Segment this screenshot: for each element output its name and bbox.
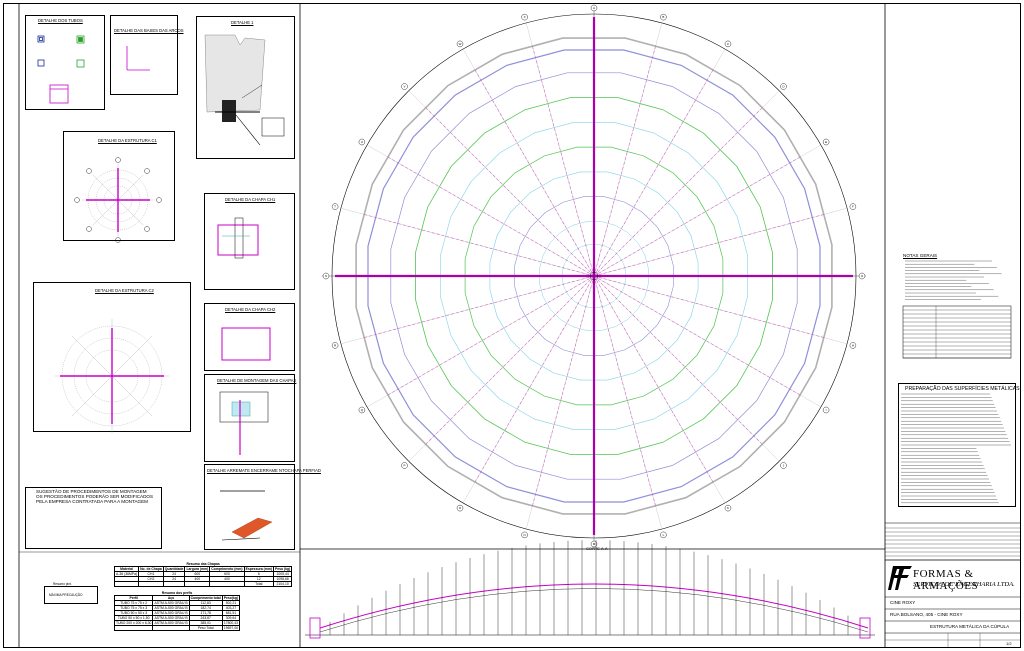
sheet-number: 1/2: [1006, 641, 1012, 646]
company-subtitle: SERVIÇOS DE ENGENHARIA LTDA.: [913, 581, 1015, 588]
client-address: RUA BOLSANO, 405 - CINE ROXY: [890, 612, 963, 617]
drawing-subject: ESTRUTURA METÁLICA DA CÚPULA: [930, 624, 1010, 629]
company-logo-icon: [888, 566, 912, 590]
company-name: FORMAS & ARMAÇÕES: [913, 568, 979, 592]
client-name: CINE ROXY: [890, 600, 916, 605]
title-block-frame: [885, 522, 1021, 648]
